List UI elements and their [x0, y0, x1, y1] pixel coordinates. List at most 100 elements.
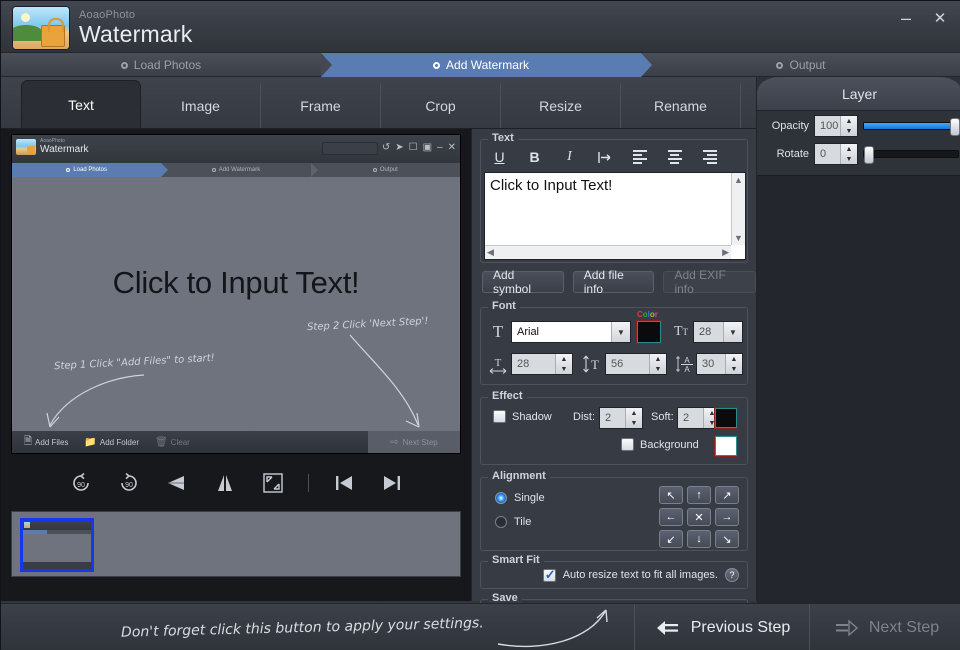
layer-controls: Opacity 100 ▲ ▼ Rotate 0 ▲ ▼: [757, 115, 960, 171]
previous-step-button[interactable]: Previous Step: [636, 604, 810, 650]
scroll-left-icon[interactable]: ◀: [487, 246, 494, 258]
step-load-photos[interactable]: Load Photos: [1, 53, 332, 77]
layer-list[interactable]: [757, 175, 960, 650]
shadow-softness-value: 2: [683, 412, 690, 424]
align-right-button[interactable]: [692, 146, 727, 168]
tab-resize[interactable]: Resize: [501, 84, 621, 128]
undo-icon: ↺: [381, 142, 391, 153]
auto-resize-row: Auto resize text to fit all images. ?: [542, 567, 739, 583]
auto-resize-label: Auto resize text to fit all images.: [562, 569, 718, 581]
scroll-right-icon[interactable]: ▶: [722, 246, 729, 258]
align-top-left-button[interactable]: ↖: [659, 486, 683, 504]
text-height-input[interactable]: 56 ▲ ▼: [605, 353, 667, 375]
minimize-button[interactable]: –: [889, 4, 923, 32]
help-icon[interactable]: ?: [725, 568, 739, 582]
shadow-color-swatch[interactable]: [714, 407, 738, 429]
step-label: Output: [789, 58, 826, 72]
indent-button[interactable]: [587, 146, 622, 168]
scroll-up-icon[interactable]: ▲: [734, 174, 743, 186]
align-middle-left-button[interactable]: ←: [659, 508, 683, 526]
alignment-tile-option[interactable]: Tile: [495, 516, 531, 528]
flip-vertical-icon[interactable]: [212, 470, 238, 496]
alignment-group-title: Alignment: [488, 470, 550, 482]
spinner-buttons[interactable]: ▲ ▼: [840, 144, 857, 164]
watermark-text-input[interactable]: Click to Input Text! ▲ ▼ ◀ ▶: [484, 172, 746, 260]
step-output[interactable]: Output: [641, 53, 960, 77]
rotate-input[interactable]: 0 ▲ ▼: [814, 143, 858, 165]
single-radio[interactable]: [495, 492, 507, 504]
align-center-button[interactable]: ✕: [687, 508, 711, 526]
tab-frame[interactable]: Frame: [261, 84, 381, 128]
text-group: Text U B I Click to Input Text! ▲ ▼ ◀ ▶: [480, 132, 748, 263]
flip-horizontal-icon[interactable]: [164, 470, 190, 496]
spinner-buttons[interactable]: ▲ ▼: [840, 116, 857, 136]
spinner-buttons[interactable]: ▲ ▼: [625, 408, 642, 428]
align-left-button[interactable]: [622, 146, 657, 168]
preview-next-step-button: ⇨ Next Step: [368, 431, 460, 453]
tab-rename[interactable]: Rename: [621, 84, 741, 128]
tab-text[interactable]: Text: [21, 80, 141, 128]
bold-button[interactable]: B: [517, 146, 552, 168]
thumbnail-strip[interactable]: [11, 511, 461, 577]
close-button[interactable]: ✕: [923, 4, 957, 32]
spinner-buttons[interactable]: ▲ ▼: [555, 354, 572, 374]
italic-button[interactable]: I: [552, 146, 587, 168]
button-label: Clear: [170, 437, 190, 447]
smart-fit-group-title: Smart Fit: [488, 554, 544, 566]
preview-mini-brand-title: Watermark: [40, 144, 89, 155]
auto-resize-checkbox[interactable]: [542, 567, 556, 583]
add-symbol-button[interactable]: Add symbol: [482, 268, 564, 296]
align-bottom-center-button[interactable]: ↓: [687, 530, 711, 548]
spinner-buttons[interactable]: ▲ ▼: [649, 354, 666, 374]
font-size-select[interactable]: 28 ▼: [693, 321, 743, 343]
font-family-select[interactable]: Arial ▼: [511, 321, 631, 343]
align-middle-right-button[interactable]: →: [715, 508, 739, 526]
text-width-input[interactable]: 28 ▲ ▼: [511, 353, 573, 375]
spinner-buttons[interactable]: ▲ ▼: [725, 354, 742, 374]
rotate-slider-handle[interactable]: [864, 146, 874, 164]
background-checkbox[interactable]: [621, 438, 634, 451]
add-file-info-button[interactable]: Add file info: [572, 268, 655, 296]
background-color-swatch[interactable]: [714, 435, 738, 457]
opacity-label: Opacity: [771, 120, 809, 132]
previous-image-icon[interactable]: [331, 470, 357, 496]
text-input-content[interactable]: Click to Input Text!: [485, 173, 731, 245]
thumbnail-item[interactable]: [20, 518, 94, 572]
dist-label: Dist:: [573, 411, 595, 423]
align-bottom-right-button[interactable]: ↘: [715, 530, 739, 548]
alignment-pad: ↖ ↑ ↗ ← ✕ → ↙ ↓ ↘: [659, 486, 739, 548]
image-preview[interactable]: AoaoPhoto Watermark ↺ ➤ ☐ ▣ – ✕ Load Pho…: [11, 134, 461, 454]
align-center-button[interactable]: [657, 146, 692, 168]
next-image-icon[interactable]: [379, 470, 405, 496]
feedback-icon: ☐: [408, 142, 418, 153]
insert-info-buttons: Add symbol Add file info Add EXIF info: [482, 268, 756, 296]
rotate-slider[interactable]: [863, 146, 959, 164]
tab-crop[interactable]: Crop: [381, 84, 501, 128]
font-color-swatch[interactable]: [636, 320, 662, 344]
tab-image[interactable]: Image: [141, 84, 261, 128]
tile-radio[interactable]: [495, 516, 507, 528]
align-bottom-left-button[interactable]: ↙: [659, 530, 683, 548]
align-top-center-button[interactable]: ↑: [687, 486, 711, 504]
underline-button[interactable]: U: [482, 146, 517, 168]
opacity-slider-handle[interactable]: [950, 118, 960, 136]
shadow-distance-input[interactable]: 2 ▲ ▼: [599, 407, 643, 429]
rotate-left-90-icon[interactable]: 90: [68, 470, 94, 496]
scroll-down-icon[interactable]: ▼: [734, 232, 743, 244]
horizontal-scrollbar[interactable]: ◀ ▶: [485, 245, 731, 259]
tab-bar: Text Image Frame Crop Resize Rename: [1, 77, 756, 129]
align-top-right-button[interactable]: ↗: [715, 486, 739, 504]
opacity-slider[interactable]: [863, 118, 960, 136]
svg-text:T: T: [495, 357, 502, 369]
font-group: Font T Arial ▼ Color TT 28 ▼ T 28 ▲ ▼ T …: [480, 300, 748, 385]
alignment-single-option[interactable]: Single: [495, 492, 545, 504]
opacity-input[interactable]: 100 ▲ ▼: [814, 115, 858, 137]
line-spacing-input[interactable]: 30 ▲ ▼: [696, 353, 743, 375]
spinner-up-icon: ▲: [730, 355, 738, 363]
vertical-scrollbar[interactable]: ▲ ▼: [731, 173, 745, 245]
step-add-watermark[interactable]: Add Watermark: [321, 53, 652, 77]
shadow-checkbox[interactable]: [493, 410, 506, 423]
watermark-text-overlay[interactable]: Click to Input Text!: [12, 265, 460, 301]
fit-to-screen-icon[interactable]: [260, 470, 286, 496]
rotate-right-90-icon[interactable]: 90: [116, 470, 142, 496]
